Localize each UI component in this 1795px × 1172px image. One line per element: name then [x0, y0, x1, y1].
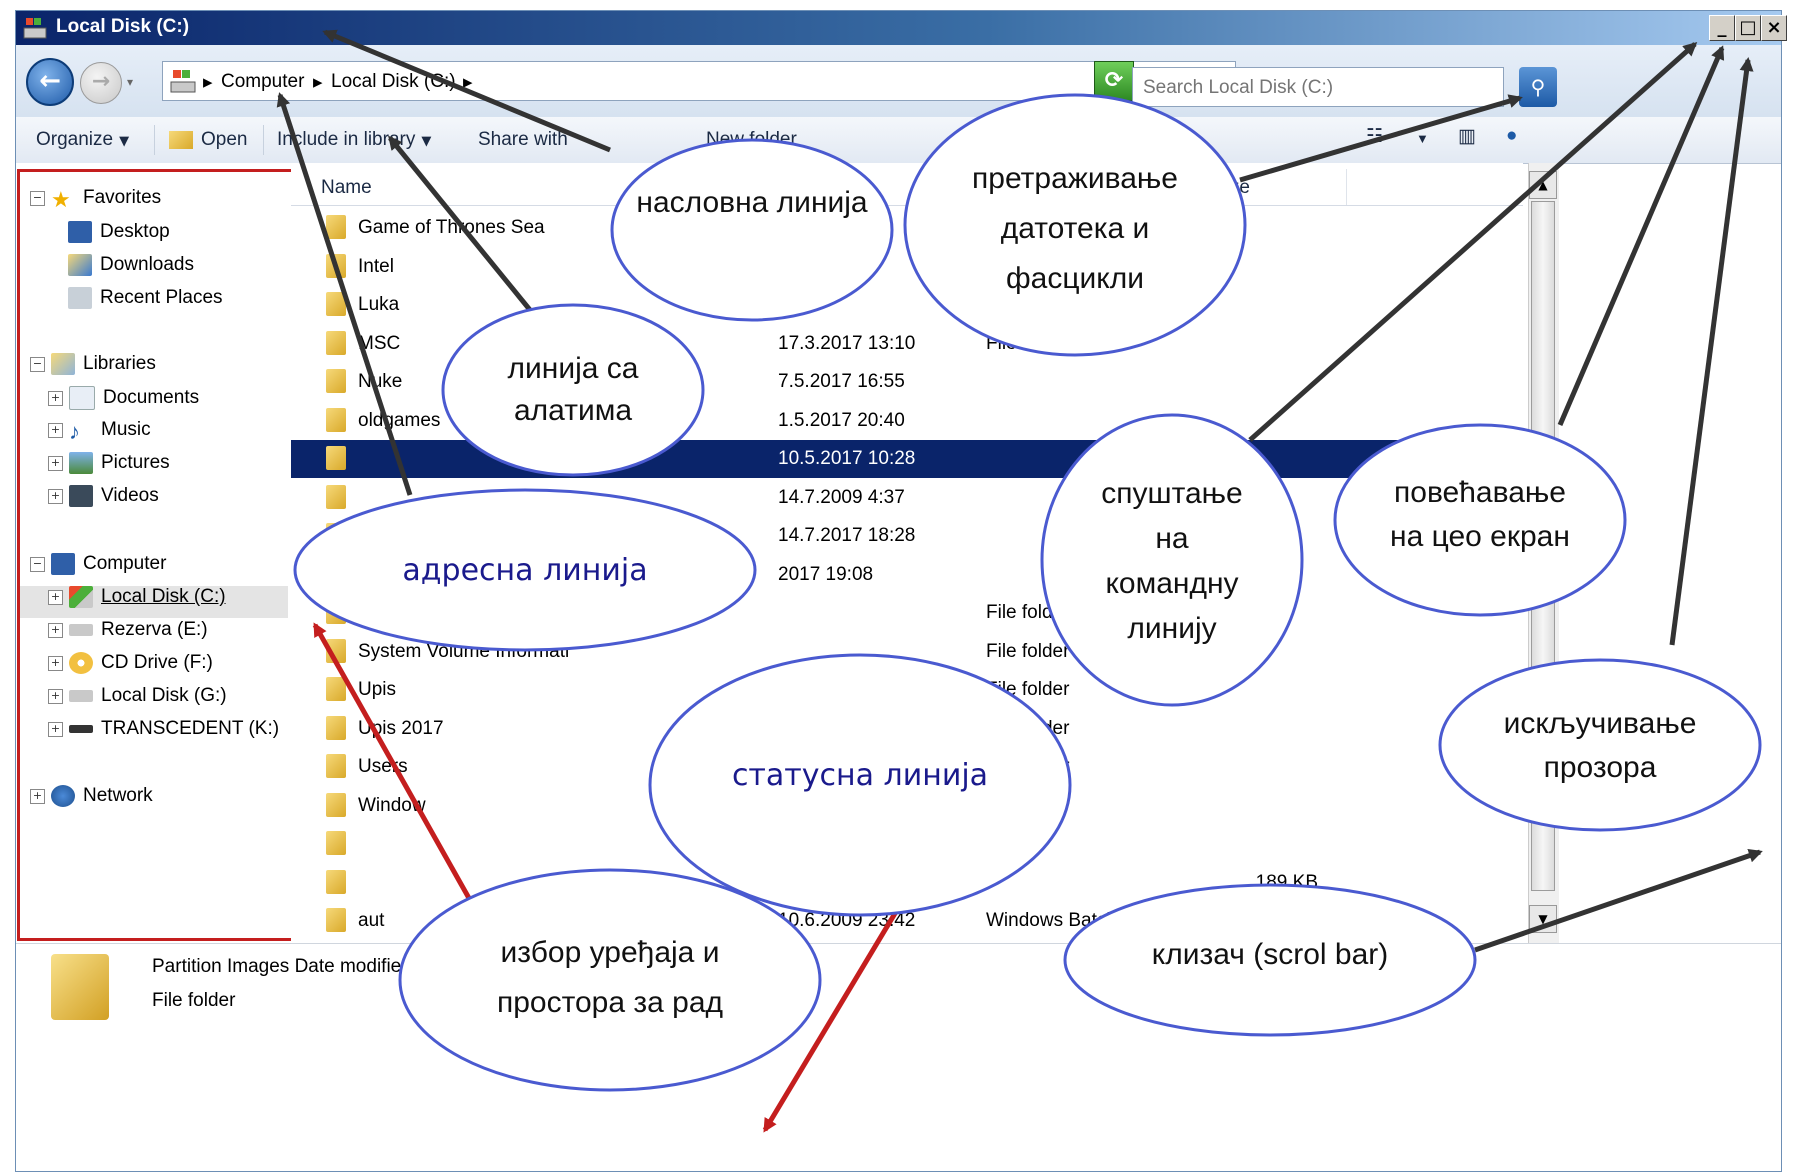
cloud-text: командну [1105, 567, 1238, 600]
cloud-text: претраживање [972, 162, 1178, 195]
arrow-title-bar [322, 29, 611, 153]
arrow-search [1239, 94, 1523, 183]
cloud-status-bar: статусна линија [648, 653, 1072, 917]
cloud-toolbar: линија са алатима [441, 303, 705, 477]
cloud-text: адресна линија [402, 553, 647, 588]
cloud-nav-pane: избор уређаја и простора за рад [398, 868, 822, 1092]
cloud-text: повећавање [1394, 476, 1566, 509]
cloud-text: на цео екран [1390, 520, 1570, 553]
cloud-text: прозора [1544, 751, 1657, 784]
arrow-toolbar [388, 135, 532, 312]
arrow-scroll-bar [1474, 848, 1763, 953]
annotation-overlay: насловна линија линија са алатима адресн… [276, 29, 1763, 1133]
cloud-address-bar: адресна линија [293, 488, 757, 652]
cloud-text: линију [1127, 612, 1216, 645]
cloud-text: датотека и [1001, 212, 1150, 245]
cloud-minimize: спуштање на командну линију [1040, 413, 1304, 707]
cloud-text: статусна линија [732, 758, 988, 793]
cloud-text: избор уређаја и [501, 936, 720, 969]
cloud-text: линија са [508, 352, 639, 385]
cloud-search: претраживање датотека и фасцикли [903, 93, 1247, 357]
cloud-text: алатима [514, 394, 632, 427]
cloud-text: клизач (scrol bar) [1152, 938, 1388, 971]
cloud-text: насловна линија [636, 186, 868, 219]
arrow-minimize [1248, 42, 1698, 442]
arrow-maximize [1557, 45, 1725, 426]
arrow-close [1669, 57, 1754, 646]
arrow-address-bar [276, 92, 413, 496]
cloud-text: на [1155, 522, 1189, 555]
cloud-title-bar: насловна линија [610, 138, 894, 322]
cloud-scroll-bar: клизач (scrol bar) [1063, 883, 1477, 1037]
cloud-maximize: повећавање на цео екран [1333, 423, 1627, 617]
cloud-close: искључивање прозора [1438, 658, 1762, 832]
cloud-text: фасцикли [1006, 262, 1144, 295]
cloud-text: спуштање [1101, 477, 1242, 510]
cloud-text: искључивање [1504, 707, 1697, 740]
arrow-nav-pane [312, 622, 473, 902]
cloud-text: простора за рад [497, 986, 723, 1019]
